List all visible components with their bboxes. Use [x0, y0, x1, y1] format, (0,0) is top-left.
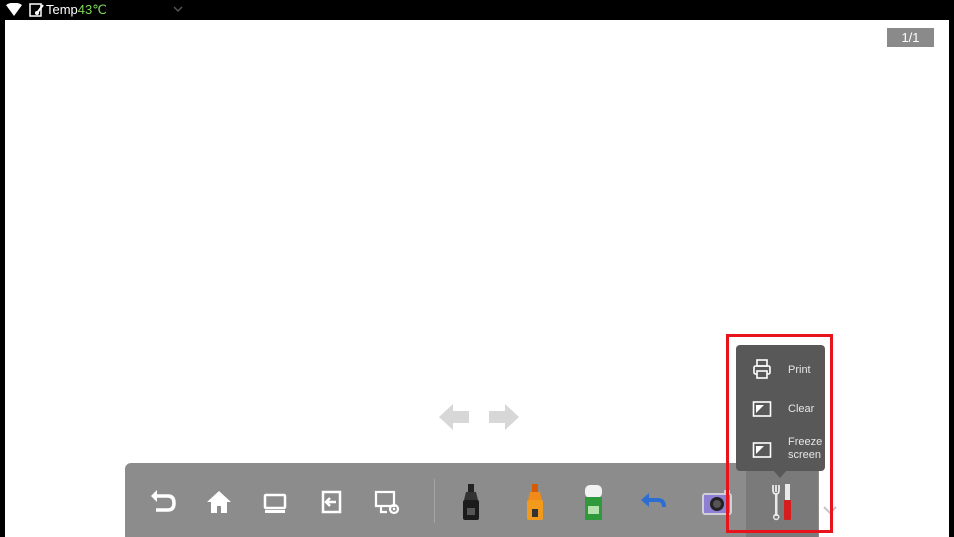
windows-button[interactable]	[255, 481, 295, 523]
arrow-left-icon[interactable]	[439, 404, 469, 430]
settings-button[interactable]	[367, 481, 407, 523]
arrow-right-icon[interactable]	[489, 404, 519, 430]
undo-arrow-icon	[151, 490, 176, 512]
eraser-icon	[585, 485, 602, 520]
annotation-highlight-box	[726, 334, 833, 533]
wifi-icon	[6, 3, 22, 16]
bottom-toolbar	[125, 463, 819, 537]
temperature-label: Temp	[46, 2, 78, 17]
source-button[interactable]	[311, 481, 351, 523]
screen-frame-left	[0, 0, 5, 537]
status-bar: Temp43℃	[0, 0, 954, 20]
pen-button[interactable]	[451, 481, 491, 523]
screen-settings-icon	[374, 490, 400, 515]
screen-frame-right	[949, 0, 954, 537]
input-source-icon	[321, 490, 342, 514]
windows-icon	[263, 493, 287, 513]
home-icon	[207, 491, 231, 513]
temperature-readout: Temp43℃	[46, 2, 107, 18]
thermometer-icon	[29, 3, 44, 17]
highlighter-icon	[527, 484, 543, 520]
chevron-down-icon[interactable]	[172, 4, 184, 14]
toolbar-separator	[434, 479, 435, 523]
eraser-button[interactable]	[573, 481, 613, 523]
page-counter: 1/1	[887, 28, 934, 47]
home-button[interactable]	[199, 481, 239, 523]
temperature-value: 43℃	[77, 2, 107, 17]
page-nav-arrows	[439, 404, 519, 430]
undo-icon	[641, 493, 666, 508]
undo-button[interactable]	[633, 481, 673, 523]
highlighter-button[interactable]	[515, 481, 555, 523]
marker-pen-icon	[463, 484, 479, 520]
back-button[interactable]	[143, 481, 183, 523]
